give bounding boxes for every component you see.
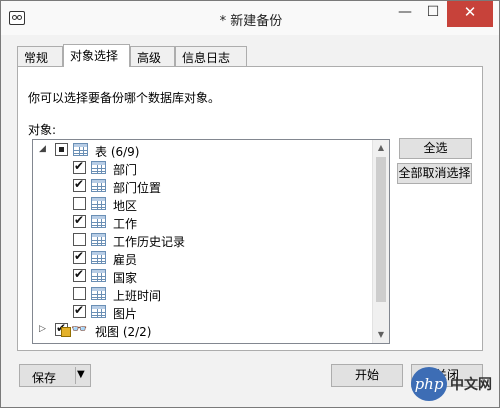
expand-collapse-icon[interactable]: ◢ — [39, 144, 46, 154]
table-icon — [91, 215, 106, 228]
item-label: 图片 — [113, 307, 138, 321]
item-checkbox[interactable] — [73, 177, 86, 192]
item-checkbox[interactable] — [73, 213, 86, 228]
table-icon — [91, 197, 106, 210]
group-label: 表 (6/9) — [95, 145, 140, 159]
split-divider — [75, 367, 76, 384]
title-bar: * 新建备份 — ☐ ✕ — [1, 1, 499, 35]
tree-item-table[interactable]: 国家 — [33, 267, 373, 285]
table-icon — [91, 179, 106, 192]
item-checkbox[interactable] — [73, 197, 86, 210]
item-label: 雇员 — [113, 253, 138, 267]
tree-item-table[interactable]: 部门位置 — [33, 177, 373, 195]
item-label: 工作历史记录 — [113, 235, 186, 249]
item-label: 上班时间 — [113, 289, 162, 303]
tree-group-views[interactable]: ▷ 👓 视图 (2/2) — [33, 321, 373, 339]
table-icon — [91, 305, 106, 318]
table-icon — [91, 233, 106, 246]
view-glasses-icon: 👓 — [71, 322, 88, 337]
table-icon — [91, 251, 106, 264]
tree-item-table[interactable]: 地区 — [33, 195, 373, 213]
objects-label: 对象: — [28, 123, 57, 137]
item-checkbox[interactable] — [73, 303, 86, 318]
window-title: * 新建备份 — [219, 14, 283, 29]
tree-item-table[interactable]: 雇员 — [33, 249, 373, 267]
dropdown-arrow-icon[interactable]: ▼ — [77, 369, 85, 380]
table-icon — [91, 287, 106, 300]
item-label: 部门 — [113, 163, 138, 177]
item-checkbox[interactable] — [73, 159, 86, 174]
backup-dialog: * 新建备份 — ☐ ✕ 常规 对象选择 高级 信息日志 你可以选择要备份哪个数… — [0, 0, 500, 408]
tree-item-table[interactable]: 图片 — [33, 303, 373, 321]
minimize-button[interactable]: — — [391, 1, 419, 27]
maximize-button[interactable]: ☐ — [419, 1, 447, 27]
group-label: 视图 (2/2) — [95, 325, 152, 339]
tab-info-log[interactable]: 信息日志 — [175, 46, 247, 66]
save-button-label: 保存 — [32, 371, 57, 385]
item-checkbox[interactable] — [73, 267, 86, 282]
watermark-logo: php — [411, 367, 447, 401]
instruction-text: 你可以选择要备份哪个数据库对象。 — [28, 91, 221, 105]
tree-group-tables[interactable]: ◢ 表 (6/9) — [33, 141, 373, 159]
item-label: 地区 — [113, 199, 138, 213]
scroll-thumb[interactable] — [376, 157, 386, 302]
item-label: 部门位置 — [113, 181, 162, 195]
table-icon — [91, 269, 106, 282]
app-icon — [9, 11, 25, 25]
close-window-button[interactable]: ✕ — [447, 1, 493, 27]
object-tree[interactable]: ◢ 表 (6/9) 部门部门位置地区工作工作历史记录雇员国家上班时间图片 ▷ 👓 视图 (… — [32, 139, 390, 344]
scroll-down-icon[interactable]: ▼ — [373, 327, 389, 343]
item-checkbox[interactable] — [73, 287, 86, 300]
item-label: 工作 — [113, 217, 138, 231]
table-icon — [73, 143, 88, 156]
lock-icon — [61, 327, 71, 337]
scroll-up-icon[interactable]: ▲ — [373, 140, 389, 156]
tab-advanced[interactable]: 高级 — [130, 46, 175, 66]
tree-item-table[interactable]: 部门 — [33, 159, 373, 177]
tree-scrollbar[interactable]: ▲ ▼ — [372, 140, 389, 343]
tree-item-table[interactable]: 上班时间 — [33, 285, 373, 303]
tree-item-table[interactable]: 工作历史记录 — [33, 231, 373, 249]
object-selection-panel: 你可以选择要备份哪个数据库对象。 对象: ◢ 表 (6/9) 部门部门位置地区工作工… — [17, 66, 483, 351]
item-label: 国家 — [113, 271, 138, 285]
item-checkbox[interactable] — [73, 249, 86, 264]
expand-collapse-icon[interactable]: ▷ — [39, 324, 46, 334]
table-icon — [91, 161, 106, 174]
tab-general[interactable]: 常规 — [17, 46, 63, 66]
item-checkbox[interactable] — [73, 233, 86, 246]
watermark: php 中文网 — [401, 365, 500, 405]
save-button[interactable]: 保存 ▼ — [19, 364, 91, 387]
start-button[interactable]: 开始 — [331, 364, 403, 387]
deselect-all-button[interactable]: 全部取消选择 — [397, 163, 472, 184]
watermark-text: 中文网 — [450, 377, 492, 393]
tree-item-table[interactable]: 工作 — [33, 213, 373, 231]
select-all-button[interactable]: 全选 — [399, 138, 472, 159]
group-checkbox[interactable] — [55, 143, 68, 156]
tab-object-selection[interactable]: 对象选择 — [63, 44, 130, 67]
